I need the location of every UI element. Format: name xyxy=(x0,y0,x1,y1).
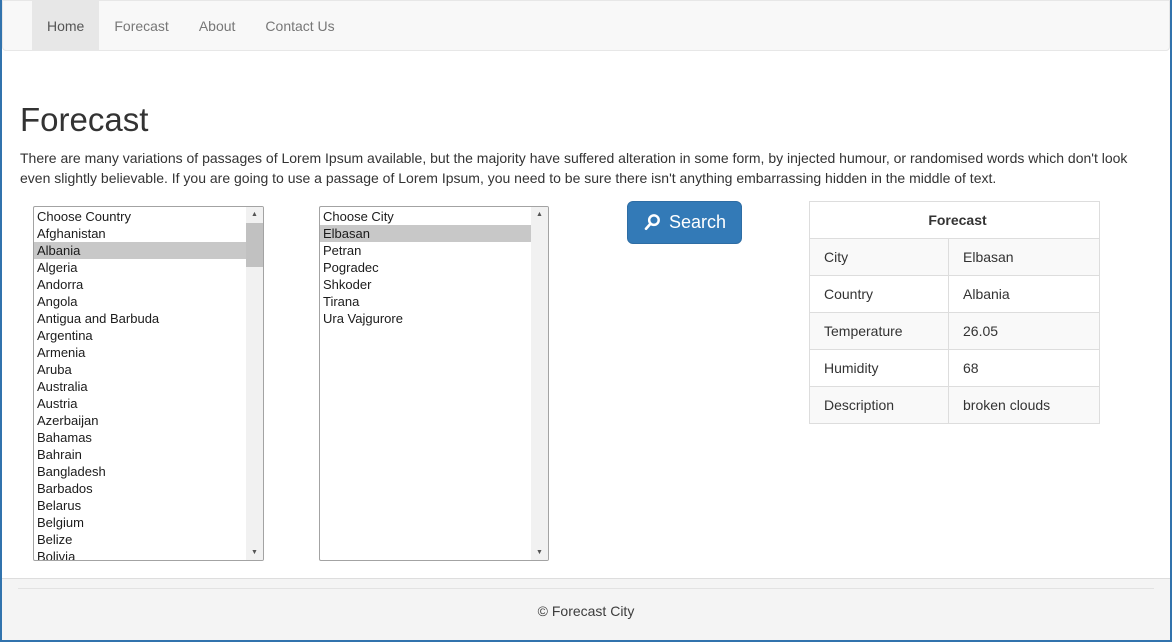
country-scrollbar[interactable]: ▲ ▼ xyxy=(246,207,263,560)
country-option[interactable]: Antigua and Barbuda xyxy=(34,310,246,327)
scroll-up-icon[interactable]: ▲ xyxy=(246,207,263,222)
row-value: 26.05 xyxy=(949,313,1100,350)
city-select[interactable]: Choose City Elbasan Petran Pogradec Shko… xyxy=(319,206,549,561)
scrollbar-thumb[interactable] xyxy=(246,223,263,267)
city-option[interactable]: Shkoder xyxy=(320,276,531,293)
top-navbar: Home Forecast About Contact Us xyxy=(2,0,1170,51)
country-option[interactable]: Belgium xyxy=(34,514,246,531)
country-option[interactable]: Andorra xyxy=(34,276,246,293)
nav-item-forecast[interactable]: Forecast xyxy=(99,1,183,50)
city-option[interactable]: Petran xyxy=(320,242,531,259)
country-option[interactable]: Belarus xyxy=(34,497,246,514)
search-icon xyxy=(643,213,662,232)
country-option[interactable]: Afghanistan xyxy=(34,225,246,242)
country-option[interactable]: Australia xyxy=(34,378,246,395)
page-footer: © Forecast City xyxy=(2,578,1170,640)
country-option[interactable]: Algeria xyxy=(34,259,246,276)
country-option[interactable]: Barbados xyxy=(34,480,246,497)
country-option[interactable]: Bahamas xyxy=(34,429,246,446)
country-option[interactable]: Armenia xyxy=(34,344,246,361)
nav-item-contact-us[interactable]: Contact Us xyxy=(250,1,349,50)
city-options: Choose City Elbasan Petran Pogradec Shko… xyxy=(320,208,531,327)
city-option[interactable]: Pogradec xyxy=(320,259,531,276)
row-label: Temperature xyxy=(810,313,949,350)
table-row: Description broken clouds xyxy=(810,387,1100,424)
city-scrollbar[interactable]: ▲ ▼ xyxy=(531,207,548,560)
nav-item-about[interactable]: About xyxy=(184,1,251,50)
row-value: Elbasan xyxy=(949,239,1100,276)
table-row: City Elbasan xyxy=(810,239,1100,276)
nav-item-home[interactable]: Home xyxy=(32,1,99,50)
forecast-page: Home Forecast About Contact Us Forecast … xyxy=(0,0,1172,642)
search-button-label: Search xyxy=(669,212,726,233)
country-option[interactable]: Bahrain xyxy=(34,446,246,463)
country-option[interactable]: Aruba xyxy=(34,361,246,378)
country-select[interactable]: Choose Country Afghanistan Albania Alger… xyxy=(33,206,264,561)
country-option[interactable]: Bangladesh xyxy=(34,463,246,480)
city-option-selected[interactable]: Elbasan xyxy=(320,225,531,242)
table-row: Humidity 68 xyxy=(810,350,1100,387)
scroll-down-icon[interactable]: ▼ xyxy=(246,545,263,560)
table-header-row: Forecast xyxy=(810,202,1100,239)
country-option[interactable]: Choose Country xyxy=(34,208,246,225)
search-button[interactable]: Search xyxy=(627,201,742,244)
navbar-menu: Home Forecast About Contact Us xyxy=(3,1,1169,50)
country-option[interactable]: Azerbaijan xyxy=(34,412,246,429)
footer-divider xyxy=(18,588,1154,589)
city-option[interactable]: Tirana xyxy=(320,293,531,310)
country-option[interactable]: Argentina xyxy=(34,327,246,344)
row-label: Humidity xyxy=(810,350,949,387)
scroll-up-icon[interactable]: ▲ xyxy=(531,207,548,222)
table-title: Forecast xyxy=(810,202,1100,239)
intro-paragraph: There are many variations of passages of… xyxy=(20,149,1134,188)
table-row: Temperature 26.05 xyxy=(810,313,1100,350)
city-option[interactable]: Choose City xyxy=(320,208,531,225)
city-option[interactable]: Ura Vajgurore xyxy=(320,310,531,327)
scroll-down-icon[interactable]: ▼ xyxy=(531,545,548,560)
country-options: Choose Country Afghanistan Albania Alger… xyxy=(34,208,246,561)
page-title: Forecast xyxy=(20,101,148,139)
table-row: Country Albania xyxy=(810,276,1100,313)
row-label: Description xyxy=(810,387,949,424)
forecast-table: Forecast City Elbasan Country Albania Te… xyxy=(809,201,1100,424)
footer-text: © Forecast City xyxy=(2,603,1170,619)
country-option-selected[interactable]: Albania xyxy=(34,242,246,259)
country-option[interactable]: Bolivia xyxy=(34,548,246,561)
country-option[interactable]: Angola xyxy=(34,293,246,310)
row-value: Albania xyxy=(949,276,1100,313)
country-option[interactable]: Belize xyxy=(34,531,246,548)
row-label: City xyxy=(810,239,949,276)
row-value: 68 xyxy=(949,350,1100,387)
country-option[interactable]: Austria xyxy=(34,395,246,412)
row-label: Country xyxy=(810,276,949,313)
row-value: broken clouds xyxy=(949,387,1100,424)
